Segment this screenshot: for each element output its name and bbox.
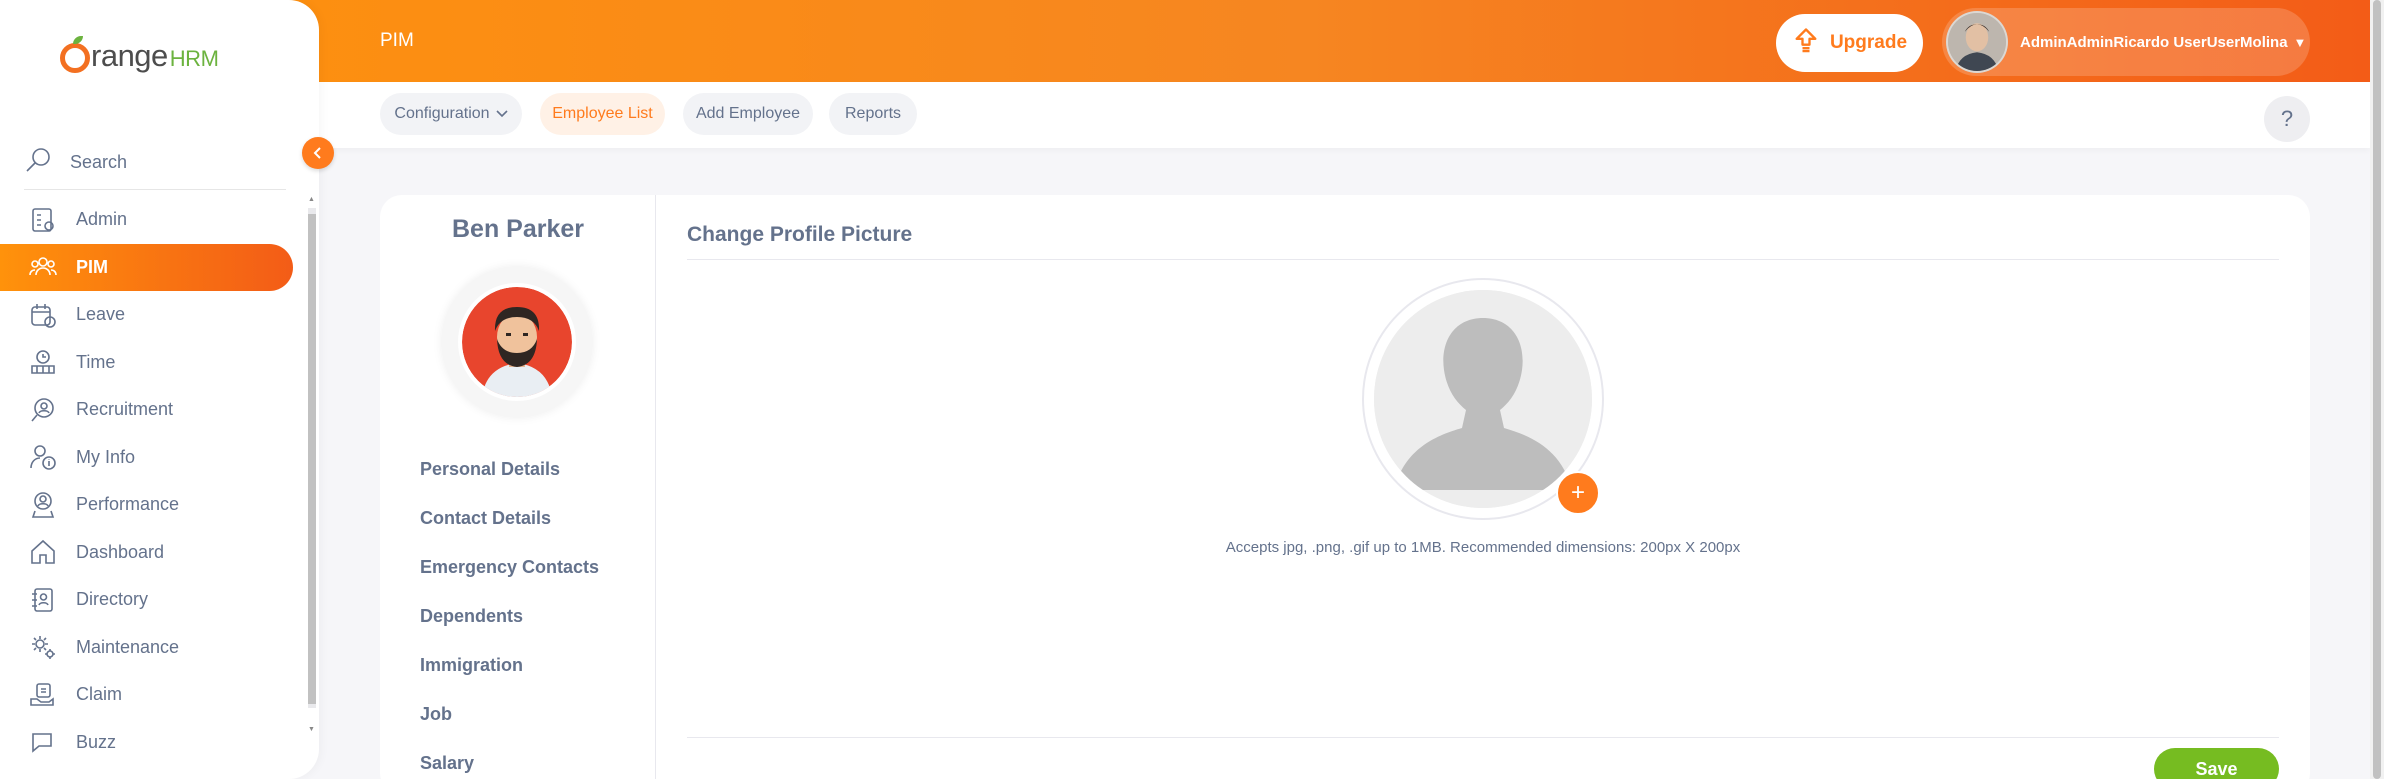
sidebar-menu: Admin PIM Leave Time Recruitment My Info…: [0, 196, 300, 766]
sidebar-item-label: Performance: [76, 494, 180, 515]
tab-employee-list[interactable]: Employee List: [540, 93, 665, 135]
sidebar-item-label: My Info: [76, 446, 136, 467]
maintenance-icon: [28, 632, 58, 662]
my-info-icon: [28, 442, 58, 472]
orange-logo-icon: [60, 36, 90, 73]
top-header: PIM Upgrade AdminAdminRicardo UserUserMo…: [0, 0, 2370, 82]
sidebar: range HRM Search Admin PIM Leave Time Re…: [0, 0, 319, 779]
add-photo-button[interactable]: +: [1556, 471, 1600, 515]
upgrade-icon: [1792, 26, 1820, 60]
search-icon: [24, 146, 52, 179]
tab-contact-details[interactable]: Contact Details: [420, 494, 599, 543]
top-nav: Configuration Employee List Add Employee…: [0, 82, 2370, 148]
sidebar-item-label: Maintenance: [76, 636, 180, 657]
tab-reports[interactable]: Reports: [829, 93, 917, 135]
buzz-icon: [28, 727, 58, 757]
employee-tab-list: Personal Details Contact Details Emergen…: [420, 445, 599, 779]
sidebar-item-leave[interactable]: Leave: [0, 291, 300, 339]
sidebar-item-my-info[interactable]: My Info: [0, 434, 300, 482]
sidebar-item-label: Dashboard: [76, 541, 165, 562]
tab-personal-details[interactable]: Personal Details: [420, 445, 599, 494]
user-name: AdminAdminRicardo UserUserMolina: [2020, 33, 2288, 51]
sidebar-item-dashboard[interactable]: Dashboard: [0, 529, 300, 577]
orangehrm-logo: range HRM: [60, 36, 219, 74]
employee-name: Ben Parker: [451, 215, 585, 243]
pim-icon: [28, 252, 58, 282]
change-profile-picture-panel: Change Profile Picture + Accepts jpg, .p…: [687, 195, 2279, 779]
tab-job[interactable]: Job: [420, 690, 599, 739]
default-avatar-icon: [1374, 290, 1592, 508]
sidebar-item-time[interactable]: Time: [0, 339, 300, 387]
sidebar-item-claim[interactable]: Claim: [0, 671, 300, 719]
scroll-up-icon[interactable]: ▲: [308, 196, 315, 203]
sidebar-item-performance[interactable]: Performance: [0, 481, 300, 529]
save-button[interactable]: Save: [2154, 748, 2279, 779]
avatar: [1946, 11, 2008, 73]
divider: [687, 259, 2279, 260]
page-scrollbar[interactable]: [2370, 0, 2384, 779]
employee-side-panel: Ben Parker Personal Details Contact Deta…: [380, 195, 656, 779]
dashboard-icon: [28, 537, 58, 567]
sidebar-item-label: Recruitment: [76, 399, 174, 420]
chevron-down-icon: [496, 107, 508, 121]
recruitment-icon: [28, 395, 58, 425]
claim-icon: [28, 680, 58, 710]
tab-dependents[interactable]: Dependents: [420, 592, 599, 641]
sidebar-item-pim[interactable]: PIM: [0, 243, 293, 291]
employee-photo-frame[interactable]: [442, 267, 592, 417]
tab-immigration[interactable]: Immigration: [420, 641, 599, 690]
sidebar-item-label: Time: [76, 351, 116, 372]
tab-salary[interactable]: Salary: [420, 739, 599, 779]
help-button[interactable]: ?: [2264, 96, 2310, 142]
sidebar-item-label: Buzz: [76, 731, 117, 752]
sidebar-item-recruitment[interactable]: Recruitment: [0, 386, 300, 434]
module-title: PIM: [380, 30, 414, 51]
sidebar-item-label: Leave: [76, 304, 126, 325]
upgrade-button[interactable]: Upgrade: [1776, 14, 1923, 72]
admin-icon: [28, 205, 58, 235]
page-title: Change Profile Picture: [687, 223, 913, 246]
tab-configuration[interactable]: Configuration: [380, 93, 522, 135]
scrollbar-thumb[interactable]: [308, 214, 316, 704]
sidebar-item-buzz[interactable]: Buzz: [0, 719, 300, 767]
collapse-sidebar-button[interactable]: [302, 137, 334, 169]
sidebar-search[interactable]: Search: [24, 135, 286, 190]
tab-emergency-contacts[interactable]: Emergency Contacts: [420, 543, 599, 592]
tab-configuration-label: Configuration: [394, 105, 490, 122]
sidebar-item-label: PIM: [76, 256, 109, 277]
sidebar-item-admin[interactable]: Admin: [0, 196, 300, 244]
sidebar-item-directory[interactable]: Directory: [0, 576, 300, 624]
brand-name: range: [91, 38, 168, 73]
time-icon: [28, 347, 58, 377]
divider: [687, 737, 2279, 738]
chevron-left-icon: [313, 147, 321, 159]
sidebar-scrollbar[interactable]: ▲ ▼: [306, 196, 316, 741]
user-menu[interactable]: AdminAdminRicardo UserUserMolina ▼: [1942, 8, 2310, 76]
sidebar-item-label: Claim: [76, 684, 123, 705]
sidebar-item-maintenance[interactable]: Maintenance: [0, 624, 300, 672]
upgrade-label: Upgrade: [1829, 32, 1908, 53]
sidebar-item-label: Directory: [76, 589, 149, 610]
sidebar-item-label: Admin: [76, 209, 128, 230]
performance-icon: [28, 490, 58, 520]
search-label: Search: [70, 151, 128, 172]
employee-avatar: [458, 283, 576, 401]
leave-icon: [28, 300, 58, 330]
brand-suffix: HRM: [169, 46, 219, 71]
scroll-down-icon[interactable]: ▼: [308, 726, 315, 733]
scrollbar-thumb[interactable]: [2373, 0, 2381, 779]
caret-down-icon: ▼: [2293, 34, 2307, 50]
employee-card: Ben Parker Personal Details Contact Deta…: [380, 195, 2310, 779]
upload-hint: Accepts jpg, .png, .gif up to 1MB. Recom…: [1225, 539, 1741, 556]
tab-add-employee[interactable]: Add Employee: [683, 93, 813, 135]
directory-icon: [28, 585, 58, 615]
